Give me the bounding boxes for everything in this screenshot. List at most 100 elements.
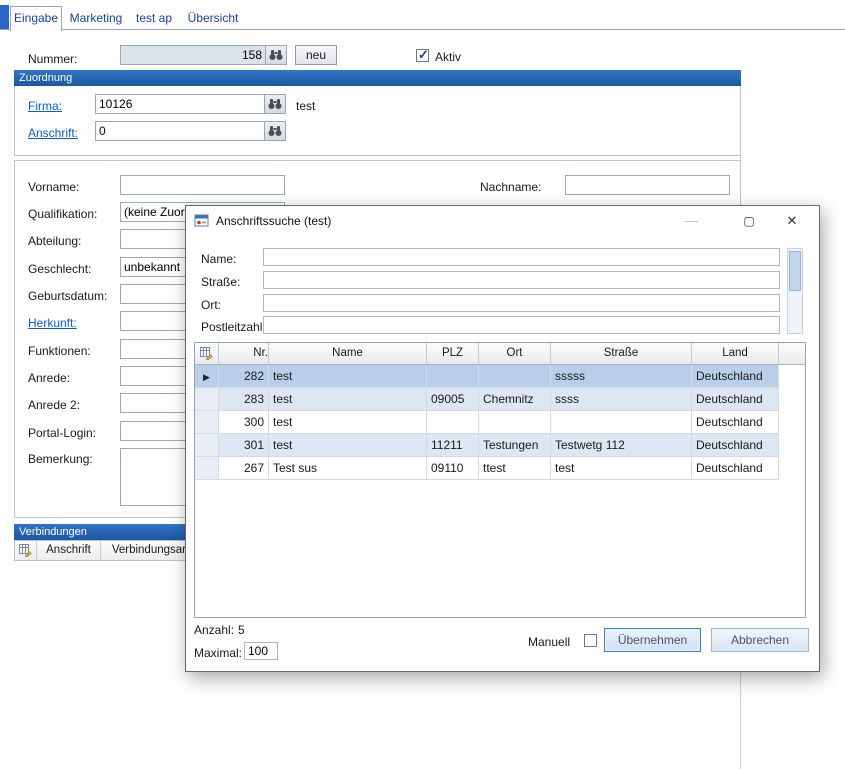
firma-link[interactable]: Firma: — [28, 99, 62, 113]
grid-header-row: Nr. Name PLZ Ort Straße Land — [195, 343, 805, 365]
cell-plz[interactable]: 09110 — [427, 457, 479, 480]
cell-strasse[interactable]: Testwetg 112 — [551, 434, 692, 457]
cell-strasse[interactable]: sssss — [551, 365, 692, 388]
postleitzahl-search-input[interactable] — [263, 316, 780, 334]
cell-plz[interactable] — [427, 411, 479, 434]
maximal-input[interactable] — [244, 642, 278, 660]
cell-ort[interactable]: Testungen — [479, 434, 551, 457]
anschriftssuche-dialog: Anschriftssuche (test) — ▢ ✕ Name: Straß… — [185, 205, 820, 672]
grid-corner-cell — [15, 541, 37, 560]
cell-nr[interactable]: 301 — [219, 434, 269, 457]
tabstrip-divider — [0, 29, 845, 30]
column-header-strasse[interactable]: Straße — [551, 343, 692, 364]
anzahl-label: Anzahl: — [194, 623, 234, 637]
table-row[interactable]: 301 test 11211 Testungen Testwetg 112 De… — [195, 434, 779, 457]
cell-nr[interactable]: 282 — [219, 365, 269, 388]
nummer-lookup-button[interactable] — [265, 45, 287, 65]
cell-land[interactable]: Deutschland — [692, 365, 779, 388]
column-header-plz[interactable]: PLZ — [427, 343, 479, 364]
cell-nr[interactable]: 300 — [219, 411, 269, 434]
column-header-name[interactable]: Name — [269, 343, 427, 364]
binoculars-icon — [269, 49, 283, 61]
anschrift-lookup-button[interactable] — [264, 121, 286, 141]
aktiv-label: Aktiv — [435, 50, 461, 64]
firma-field[interactable] — [95, 94, 265, 114]
ort-label: Ort: — [201, 298, 221, 312]
minimize-icon[interactable]: — — [673, 206, 709, 236]
scrollbar-thumb[interactable] — [789, 251, 801, 291]
manuell-checkbox[interactable] — [584, 634, 597, 647]
nummer-field[interactable] — [120, 45, 266, 65]
table-row[interactable]: 300 test Deutschland — [195, 411, 779, 434]
anrede-label: Anrede: — [28, 371, 70, 385]
neu-button[interactable]: neu — [295, 45, 337, 65]
grid-corner-cell — [195, 343, 219, 364]
cell-land[interactable]: Deutschland — [692, 411, 779, 434]
cell-nr[interactable]: 283 — [219, 388, 269, 411]
current-row-arrow-icon: ▶ — [203, 372, 210, 382]
row-selector[interactable]: ▶ — [195, 365, 219, 388]
table-row[interactable]: 267 Test sus 09110 ttest test Deutschlan… — [195, 457, 779, 480]
abbrechen-button[interactable]: Abbrechen — [711, 628, 809, 652]
close-icon[interactable]: ✕ — [774, 206, 810, 236]
abteilung-label: Abteilung: — [28, 234, 81, 248]
geburtsdatum-label: Geburtsdatum: — [28, 289, 107, 303]
herkunft-link[interactable]: Herkunft: — [28, 316, 77, 330]
cell-ort[interactable] — [479, 365, 551, 388]
table-row[interactable]: 283 test 09005 Chemnitz ssss Deutschland — [195, 388, 779, 411]
cell-strasse[interactable]: test — [551, 457, 692, 480]
cell-name[interactable]: test — [269, 388, 427, 411]
portal-login-label: Portal-Login: — [28, 426, 96, 440]
cell-land[interactable]: Deutschland — [692, 388, 779, 411]
nachname-field[interactable] — [565, 175, 730, 195]
cell-name[interactable]: test — [269, 434, 427, 457]
uebernehmen-button[interactable]: Übernehmen — [604, 628, 701, 652]
cell-ort[interactable] — [479, 411, 551, 434]
cell-ort[interactable]: Chemnitz — [479, 388, 551, 411]
row-selector[interactable] — [195, 388, 219, 411]
cell-name[interactable]: test — [269, 365, 427, 388]
cell-strasse[interactable]: ssss — [551, 388, 692, 411]
maximal-label: Maximal: — [194, 646, 242, 660]
row-selector[interactable] — [195, 434, 219, 457]
main-window: Eingabe Marketing test ap Übersicht Numm… — [0, 0, 845, 769]
postleitzahl-label: Postleitzahl: — [201, 320, 266, 334]
column-header-nr[interactable]: Nr. — [219, 343, 269, 364]
cell-strasse[interactable] — [551, 411, 692, 434]
cell-name[interactable]: Test sus — [269, 457, 427, 480]
column-header-ort[interactable]: Ort — [479, 343, 551, 364]
cell-name[interactable]: test — [269, 411, 427, 434]
anschrift-link[interactable]: Anschrift: — [28, 126, 78, 140]
grid-edit-icon — [19, 544, 32, 557]
aktiv-checkbox[interactable] — [416, 49, 429, 62]
row-selector[interactable] — [195, 457, 219, 480]
cell-nr[interactable]: 267 — [219, 457, 269, 480]
strasse-search-input[interactable] — [263, 271, 780, 289]
table-row[interactable]: ▶ 282 test sssss Deutschland — [195, 365, 779, 388]
firma-lookup-button[interactable] — [264, 94, 286, 114]
dialog-app-icon — [194, 213, 210, 232]
manuell-label: Manuell — [528, 635, 570, 649]
cell-plz[interactable]: 11211 — [427, 434, 479, 457]
anschrift-field[interactable] — [95, 121, 265, 141]
vorname-field[interactable] — [120, 175, 285, 195]
ort-search-input[interactable] — [263, 294, 780, 312]
tab-eingabe[interactable]: Eingabe — [10, 6, 62, 31]
cell-plz[interactable]: 09005 — [427, 388, 479, 411]
nummer-label: Nummer: — [28, 52, 77, 66]
cell-land[interactable]: Deutschland — [692, 457, 779, 480]
column-header-land[interactable]: Land — [692, 343, 779, 364]
cell-ort[interactable]: ttest — [479, 457, 551, 480]
name-search-input[interactable] — [263, 248, 780, 266]
verbindungen-column-anschrift[interactable]: Anschrift — [37, 541, 101, 560]
tab-uebersicht[interactable]: Übersicht — [184, 8, 242, 28]
funktionen-label: Funktionen: — [28, 344, 91, 358]
tab-test-ap[interactable]: test ap — [130, 8, 178, 28]
cell-land[interactable]: Deutschland — [692, 434, 779, 457]
dialog-title: Anschriftssuche (test) — [216, 214, 331, 228]
maximize-icon[interactable]: ▢ — [731, 206, 767, 236]
fields-scrollbar[interactable] — [787, 248, 803, 334]
row-selector[interactable] — [195, 411, 219, 434]
cell-plz[interactable] — [427, 365, 479, 388]
tab-marketing[interactable]: Marketing — [66, 8, 126, 28]
